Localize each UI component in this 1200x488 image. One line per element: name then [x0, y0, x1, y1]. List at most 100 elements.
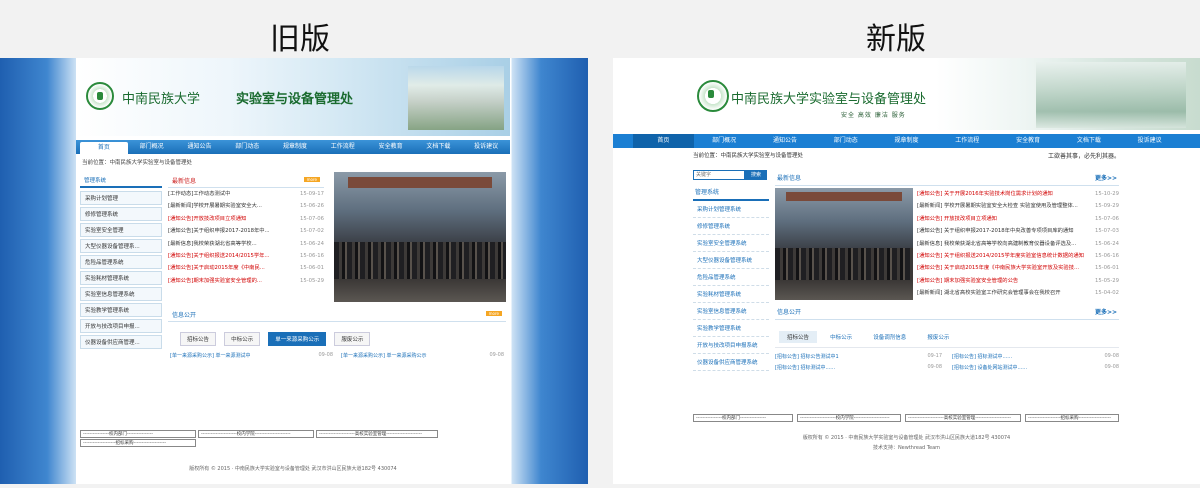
college-select[interactable]: ----------------------校内学院--------------…	[198, 430, 314, 438]
news-item[interactable]: [通知公告] 期末加强实验室安全管理的公告 15-05-29	[917, 275, 1119, 287]
sidebar-item[interactable]: 实验教学管理系统	[693, 320, 769, 337]
sidebar-item[interactable]: 危险品管理系统	[693, 269, 769, 286]
department-name: 实验室与设备管理处	[236, 92, 354, 107]
tab-disposal[interactable]: 服废公示	[334, 332, 371, 346]
sidebar-item[interactable]: 采购计划管理系统	[693, 201, 769, 218]
lab-select[interactable]: ----------------------高校实验室管理-----------…	[905, 414, 1021, 422]
dept-select[interactable]: ----------------校内部门----------------	[693, 414, 793, 422]
news-title: 最新信息	[172, 178, 197, 185]
dept-select[interactable]: ----------------校内部门----------------	[80, 430, 196, 438]
sidebar-item[interactable]: 大型仪器设备管理系统	[693, 252, 769, 269]
news-item[interactable]: [通知公告]开放技改项目立项通知 15-07-06	[168, 213, 324, 225]
new-version-label: 新版	[866, 22, 926, 57]
news-item[interactable]: [通知公告] 关于组织报送2014/2015学年度实验室信息统计数据的通知 15-…	[917, 250, 1119, 262]
nav-complaints[interactable]: 投诉建议	[1119, 134, 1180, 148]
news-item[interactable]: [通知公告]期末加强实验室安全管理的... 15-05-29	[168, 275, 324, 287]
news-item[interactable]: [通知公告] 关于开展2016年实验技术岗位需求计划的通知 15-10-29	[917, 188, 1119, 200]
news-item[interactable]: [最新新闻] 学校开展暑期实验室安全大检查 实验室使用及管理整体... 15-09…	[917, 200, 1119, 212]
sidebar-item[interactable]: 实验室信息管理系统	[80, 287, 162, 301]
sidebar-item[interactable]: 仪器设备供应商管理系统	[693, 354, 769, 371]
sidebar-item[interactable]: 仪器设备供应商管理...	[80, 335, 162, 349]
search-button[interactable]: 搜索	[745, 170, 767, 180]
nav-news[interactable]: 部门动态	[223, 140, 271, 154]
news-item[interactable]: [最新信息]我校荣获湖北省高等学校... 15-06-24	[168, 238, 324, 250]
footer: 版权所有 © 2015 · 中南民族大学实验室与设备管理处 武汉市洪山区民族大道…	[802, 435, 1011, 441]
sidebar-item[interactable]: 实验耗材管理系统	[80, 271, 162, 285]
nav-workflow[interactable]: 工作流程	[937, 134, 998, 148]
tab-award[interactable]: 中标公示	[224, 332, 261, 346]
university-logo	[86, 82, 114, 110]
nav-downloads[interactable]: 文档下载	[414, 140, 462, 154]
news-item[interactable]: [最新信息] 我校荣获湖北省高等学校向高建制教育仪器设备评选及... 15-06-…	[917, 238, 1119, 250]
slogan: 安全 高效 廉洁 服务	[841, 112, 906, 119]
college-select[interactable]: ----------------------校内学院--------------…	[797, 414, 901, 422]
info-item[interactable]: [招标公告] 招标公告测试中1 09-17	[775, 353, 942, 360]
nav-complaints[interactable]: 投诉建议	[462, 140, 510, 154]
info-title: 信息公开	[777, 309, 802, 316]
nav-safety[interactable]: 安全教育	[367, 140, 415, 154]
more-link[interactable]: 更多>>	[1095, 173, 1117, 182]
nav-about[interactable]: 部门概况	[128, 140, 176, 154]
info-more-link[interactable]: 更多>>	[1095, 307, 1117, 316]
info-item[interactable]: [单一来源采购公示] 单一来源测试中 09-08	[170, 352, 333, 359]
nav-workflow[interactable]: 工作流程	[319, 140, 367, 154]
tab-award[interactable]: 中标公示	[822, 331, 860, 343]
search-input[interactable]	[693, 170, 745, 180]
procurement-select[interactable]: --------------------招标采购----------------…	[1025, 414, 1119, 422]
news-item[interactable]: [通知公告]关于组织报送2014/2015学年... 15-06-16	[168, 250, 324, 262]
info-item[interactable]: [招标公告] 招标测试中...... 09-08	[952, 353, 1119, 360]
sidebar-item[interactable]: 采购计划管理	[80, 191, 162, 205]
tab-equipment-transfer[interactable]: 设备调剂信息	[865, 331, 914, 343]
nav-home[interactable]: 首页	[633, 134, 694, 148]
sidebar-item[interactable]: 修修管理系统	[693, 218, 769, 235]
sidebar-item[interactable]: 实验室安全管理	[80, 223, 162, 237]
main-nav: 首页 部门概况 通知公告 部门动态 规章制度 工作流程 安全教育 文档下载 投诉…	[613, 134, 1200, 148]
sidebar-item[interactable]: 实验耗材管理系统	[693, 286, 769, 303]
news-item[interactable]: [通知公告]关于组织申报2017-2018年中... 15-07-02	[168, 225, 324, 237]
footer: 版权所有 © 2015 · 中南民族大学实验室与设备管理处 武汉市洪山区民族大道…	[189, 466, 397, 472]
nav-rules[interactable]: 规章制度	[271, 140, 319, 154]
nav-safety[interactable]: 安全教育	[998, 134, 1059, 148]
news-item[interactable]: [通知公告] 关于启动2015年度《中南民族大学实验室开放及实验技... 15-0…	[917, 262, 1119, 274]
news-item[interactable]: [最新新闻]学校开展暑期实验室安全大... 15-06-26	[168, 200, 324, 212]
nav-notices[interactable]: 通知公告	[176, 140, 224, 154]
sidebar-item[interactable]: 实验室信息管理系统	[693, 303, 769, 320]
department-name: 实验室与设备管理处	[809, 92, 927, 107]
news-title: 最新信息	[777, 175, 802, 182]
news-header: 最新信息 更多>>	[775, 170, 1119, 186]
tab-disposal[interactable]: 报废公示	[919, 331, 957, 343]
info-item[interactable]: [招标公告] 招标测试中...... 09-08	[775, 364, 942, 371]
sidebar-item[interactable]: 实验室安全管理系统	[693, 235, 769, 252]
sidebar-title: 管理系统	[80, 174, 162, 188]
news-item[interactable]: [通知公告] 开放技改项目立项通知 15-07-06	[917, 213, 1119, 225]
tab-bid-notice[interactable]: 招标公告	[180, 332, 217, 346]
sidebar-item[interactable]: 修修管理系统	[80, 207, 162, 221]
sidebar-item[interactable]: 开放与技改项目申报系统	[693, 337, 769, 354]
nav-downloads[interactable]: 文档下载	[1058, 134, 1119, 148]
news-item[interactable]: [通知公告] 关于组织申报2017-2018年中央改善专项项目库的通知 15-07…	[917, 225, 1119, 237]
nav-notices[interactable]: 通知公告	[755, 134, 816, 148]
nav-about[interactable]: 部门概况	[694, 134, 755, 148]
lab-select[interactable]: ----------------------高校实验室管理-----------…	[316, 430, 438, 438]
news-item[interactable]: [通知公告]关于启动2015年度《中南民... 15-06-01	[168, 262, 324, 274]
group-photo[interactable]	[775, 188, 913, 300]
sidebar-item[interactable]: 开放与技改项目申报...	[80, 319, 162, 333]
nav-rules[interactable]: 规章制度	[876, 134, 937, 148]
info-item[interactable]: [单一来源采购公示] 单一来源采购公示 09-08	[341, 352, 504, 359]
info-tabs: 招标公告 中标公示 单一来源采购公示 服废公示	[168, 322, 506, 350]
nav-home[interactable]: 首页	[80, 142, 128, 154]
info-more-button[interactable]: more	[485, 311, 502, 316]
news-item[interactable]: [工作动态]工作动态测试中 15-09-17	[168, 188, 324, 200]
more-button[interactable]: more	[303, 177, 320, 182]
tab-single-source[interactable]: 单一来源采购公示	[268, 332, 327, 346]
info-section: 信息公开 更多>> 招标公告 中标公示 设备调剂信息 报废公示 [招标公告] 招标…	[775, 304, 1119, 376]
group-photo[interactable]	[334, 172, 506, 302]
nav-news[interactable]: 部门动态	[815, 134, 876, 148]
sidebar-item[interactable]: 危险品管理系统	[80, 255, 162, 269]
tab-bid-notice[interactable]: 招标公告	[779, 331, 818, 343]
info-item[interactable]: [招标公告] 设备处网站测试中...... 09-08	[952, 364, 1119, 371]
news-item[interactable]: [最新新闻] 湖北省高校实验室工作研究会管理事会在我校召开 15-04-02	[917, 287, 1119, 299]
procurement-select[interactable]: --------------------招标采购----------------…	[80, 439, 196, 447]
sidebar-item[interactable]: 实验教学管理系统	[80, 303, 162, 317]
sidebar-item[interactable]: 大型仪器设备管理系...	[80, 239, 162, 253]
